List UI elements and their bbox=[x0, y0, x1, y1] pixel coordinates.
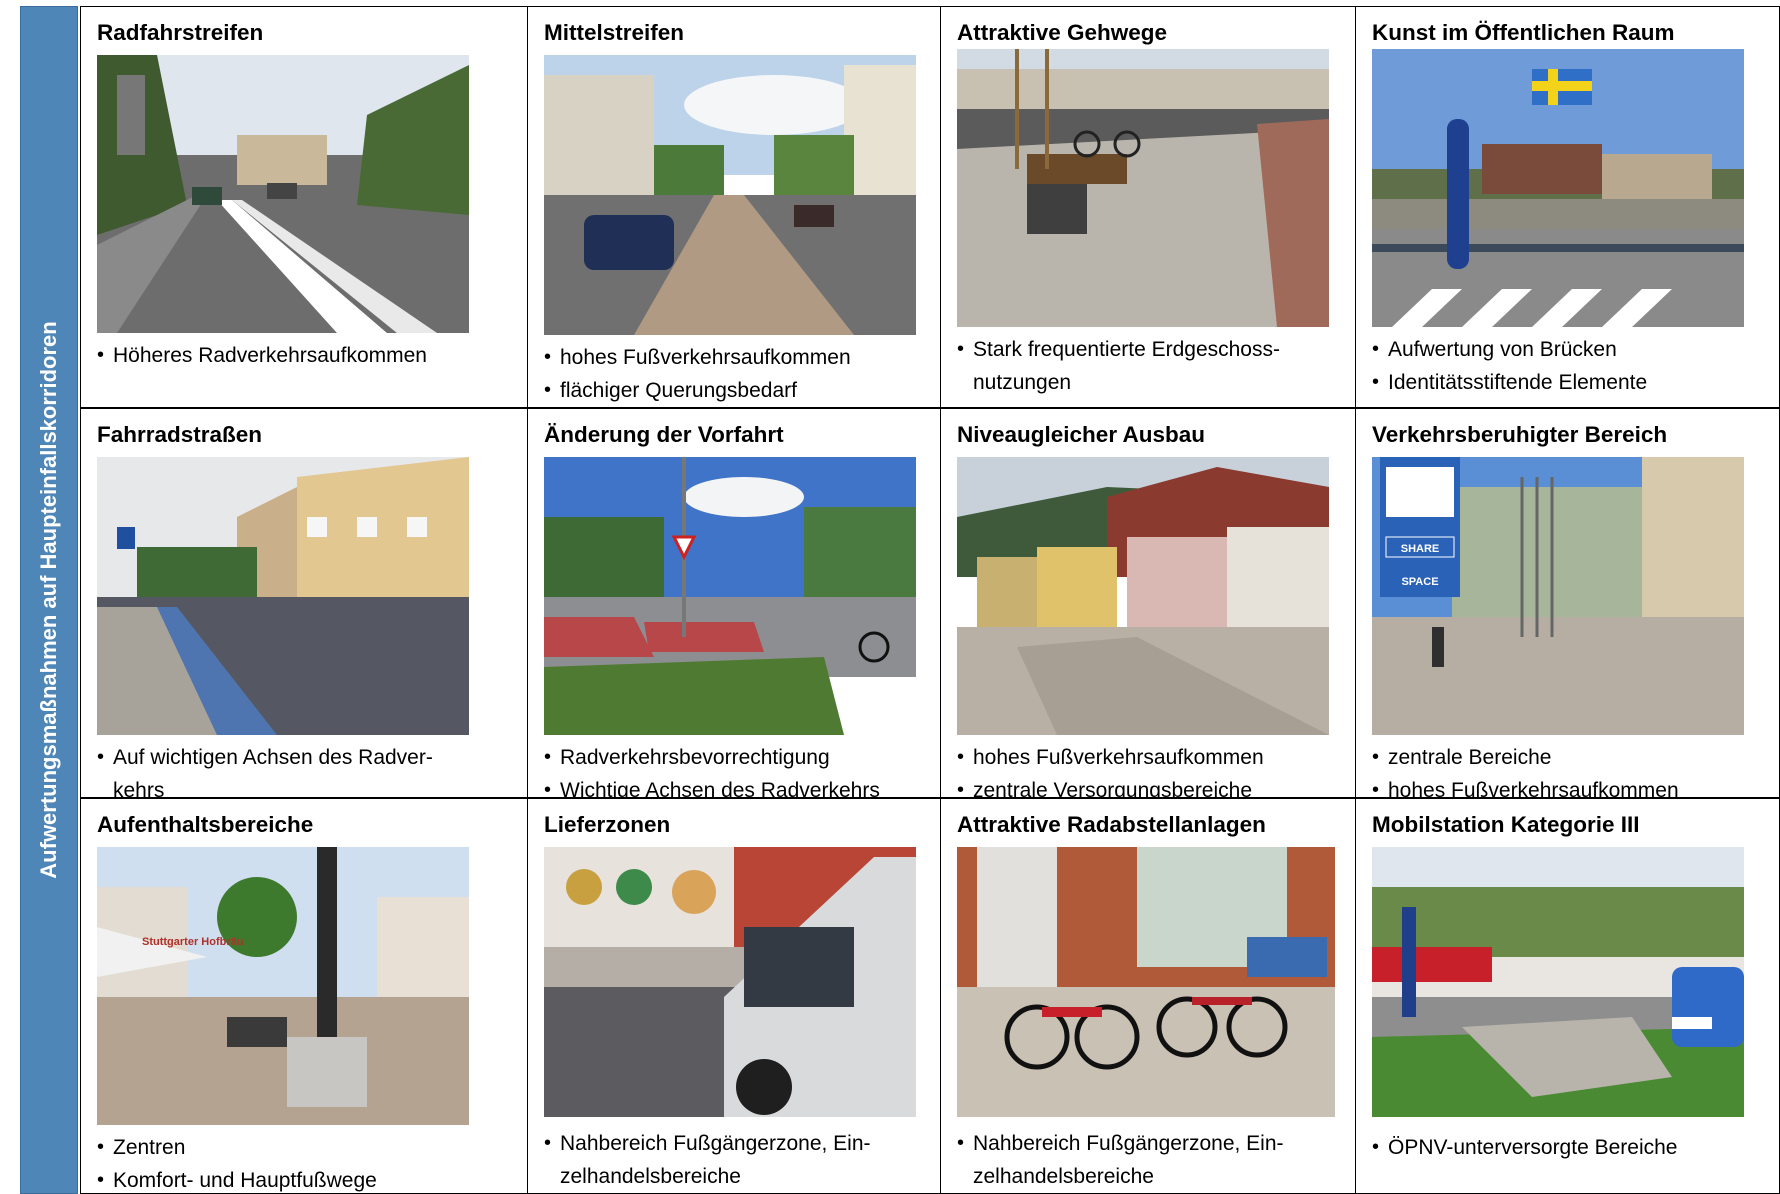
photo-attraktive-gehwege bbox=[957, 49, 1329, 327]
bullet-list: hohes Fußverkehrsaufkommen flächiger Que… bbox=[544, 341, 940, 407]
bullet-item: zentrale Bereiche bbox=[1372, 741, 1779, 774]
cell-aufenthaltsbereiche: Aufenthaltsbereiche Stuttgarter Hofbräu … bbox=[80, 798, 528, 1194]
space-text: SPACE bbox=[1401, 576, 1438, 588]
bullet-list: ÖPNV-unterversorgte Bereiche bbox=[1372, 1131, 1779, 1164]
cell-title: Verkehrsberuhigter Bereich bbox=[1372, 422, 1668, 447]
bullet-item: zelhandelsbereiche bbox=[560, 1165, 741, 1188]
photo-aufenthaltsbereiche: Stuttgarter Hofbräu bbox=[97, 847, 469, 1125]
cell-title: Fahrradstraßen bbox=[97, 422, 263, 447]
bullet-list: Aufwertung von Brücken Identitätsstiften… bbox=[1372, 333, 1779, 399]
bullet-item: Höheres Radverkehrsaufkommen bbox=[97, 339, 527, 372]
bullet-list: zentrale Bereiche hohes Fußverkehrsaufko… bbox=[1372, 741, 1779, 797]
photo-fahrradstrassen bbox=[97, 457, 469, 735]
photo-kunst bbox=[1372, 49, 1744, 327]
cell-mittelstreifen: Mittelstreifen hohes Fußverkehrsaufkomme… bbox=[528, 6, 941, 408]
cell-kunst-im-oeffentlichen-raum: Kunst im Öffentlichen Raum Auf bbox=[1356, 6, 1780, 408]
photo-verkehrsberuhigt: SHARE SPACE bbox=[1372, 457, 1744, 735]
bullet-item: flächiger Querungsbedarf bbox=[544, 374, 940, 407]
measures-grid: Radfahrstreifen Höheres Radverkehrsaufko… bbox=[80, 6, 1780, 1194]
bullet-item: Nahbereich Fußgängerzone, Ein- bbox=[957, 1127, 1355, 1160]
photo-niveaugleicher-ausbau bbox=[957, 457, 1329, 735]
bullet-item: Komfort- und Hauptfußwege bbox=[97, 1164, 527, 1193]
bullet-list: hohes Fußverkehrsaufkommen zentrale Vers… bbox=[957, 741, 1355, 797]
bullet-item: nutzungen bbox=[973, 371, 1072, 394]
cell-title: Attraktive Gehwege bbox=[957, 20, 1168, 45]
cell-title: Mittelstreifen bbox=[544, 20, 685, 45]
bullet-list: Höheres Radverkehrsaufkommen bbox=[97, 339, 527, 372]
bullet-item: hohes Fußverkehrsaufkommen bbox=[957, 741, 1355, 774]
cell-title: Mobilstation Kategorie III bbox=[1372, 812, 1640, 837]
bullet-item: zentrale Versorgungsbereiche bbox=[957, 774, 1355, 797]
photo-radabstellanlagen bbox=[957, 847, 1335, 1117]
cell-attraktive-radabstellanlagen: Attraktive Radabstellanlagen Nahbereich … bbox=[941, 798, 1356, 1194]
cell-mobilstation: Mobilstation Kategorie III ÖPNV-unterver… bbox=[1356, 798, 1780, 1194]
photo-mittelstreifen bbox=[544, 55, 916, 335]
bullet-list: Nahbereich Fußgängerzone, Ein- zelhandel… bbox=[957, 1127, 1355, 1193]
bullet-item: Nahbereich Fußgängerzone, Ein- bbox=[544, 1127, 940, 1160]
bullet-list: Radverkehrsbevorrechtigung Wichtige Achs… bbox=[544, 741, 940, 797]
cell-fahrradstrassen: Fahrradstraßen Auf wichtigen Achsen des … bbox=[80, 408, 528, 798]
bullet-list: Nahbereich Fußgängerzone, Ein- zelhandel… bbox=[544, 1127, 940, 1193]
bullet-item: hohes Fußverkehrsaufkommen bbox=[544, 341, 940, 374]
cell-title: Kunst im Öffentlichen Raum bbox=[1372, 20, 1675, 45]
bullet-item: Auf wichtigen Achsen des Radver- bbox=[97, 741, 527, 774]
cell-lieferzonen: Lieferzonen Nahbereich Fußgängerzone, Ei… bbox=[528, 798, 941, 1194]
umbrella-text: Stuttgarter Hofbräu bbox=[142, 936, 243, 948]
cell-title: Attraktive Radabstellanlagen bbox=[957, 812, 1266, 837]
bullet-list: Stark frequentierte Erdgeschoss- nutzung… bbox=[957, 333, 1355, 399]
bullet-item: hohes Fußverkehrsaufkommen bbox=[1372, 774, 1779, 797]
cell-title: Niveaugleicher Ausbau bbox=[957, 422, 1205, 447]
photo-radfahrstreifen bbox=[97, 55, 469, 333]
photo-lieferzonen bbox=[544, 847, 916, 1117]
bullet-item: Aufwertung von Brücken bbox=[1372, 333, 1779, 366]
side-label: Aufwertungsmaßnahmen auf Haupteinfallsko… bbox=[36, 321, 61, 879]
cell-aenderung-der-vorfahrt: Änderung der Vorfahrt Radverkehrsbevorre… bbox=[528, 408, 941, 798]
photo-vorfahrt bbox=[544, 457, 916, 735]
share-text: SHARE bbox=[1401, 543, 1440, 555]
cell-title: Aufenthaltsbereiche bbox=[97, 812, 314, 837]
bullet-item: Identitätsstiftende Elemente bbox=[1372, 366, 1779, 399]
cell-title: Radfahrstreifen bbox=[97, 20, 264, 45]
cell-attraktive-gehwege: Attraktive Gehwege Stark frequentierte E… bbox=[941, 6, 1356, 408]
bullet-item: Radverkehrsbevorrechtigung bbox=[544, 741, 940, 774]
bullet-item: Zentren bbox=[97, 1131, 527, 1164]
bullet-list: Auf wichtigen Achsen des Radver- kehrs bbox=[97, 741, 527, 798]
cell-radfahrstreifen: Radfahrstreifen Höheres Radverkehrsaufko… bbox=[80, 6, 528, 408]
bullet-item: kehrs bbox=[113, 779, 165, 798]
bullet-item: ÖPNV-unterversorgte Bereiche bbox=[1372, 1131, 1779, 1164]
cell-title: Änderung der Vorfahrt bbox=[544, 422, 784, 447]
bullet-item: Stark frequentierte Erdgeschoss- bbox=[957, 333, 1355, 366]
cell-niveaugleicher-ausbau: Niveaugleicher Ausbau hohes Fußverkehrsa… bbox=[941, 408, 1356, 798]
photo-mobilstation bbox=[1372, 847, 1744, 1117]
sidebar-label-bar: Aufwertungsmaßnahmen auf Haupteinfallsko… bbox=[20, 6, 78, 1194]
cell-verkehrsberuhigter-bereich: Verkehrsberuhigter Bereich SHARE SPACE z… bbox=[1356, 408, 1780, 798]
bullet-item: zelhandelsbereiche bbox=[973, 1165, 1154, 1188]
cell-title: Lieferzonen bbox=[544, 812, 671, 837]
bullet-item: Wichtige Achsen des Radverkehrs bbox=[544, 774, 940, 797]
bullet-list: Zentren Komfort- und Hauptfußwege bbox=[97, 1131, 527, 1193]
